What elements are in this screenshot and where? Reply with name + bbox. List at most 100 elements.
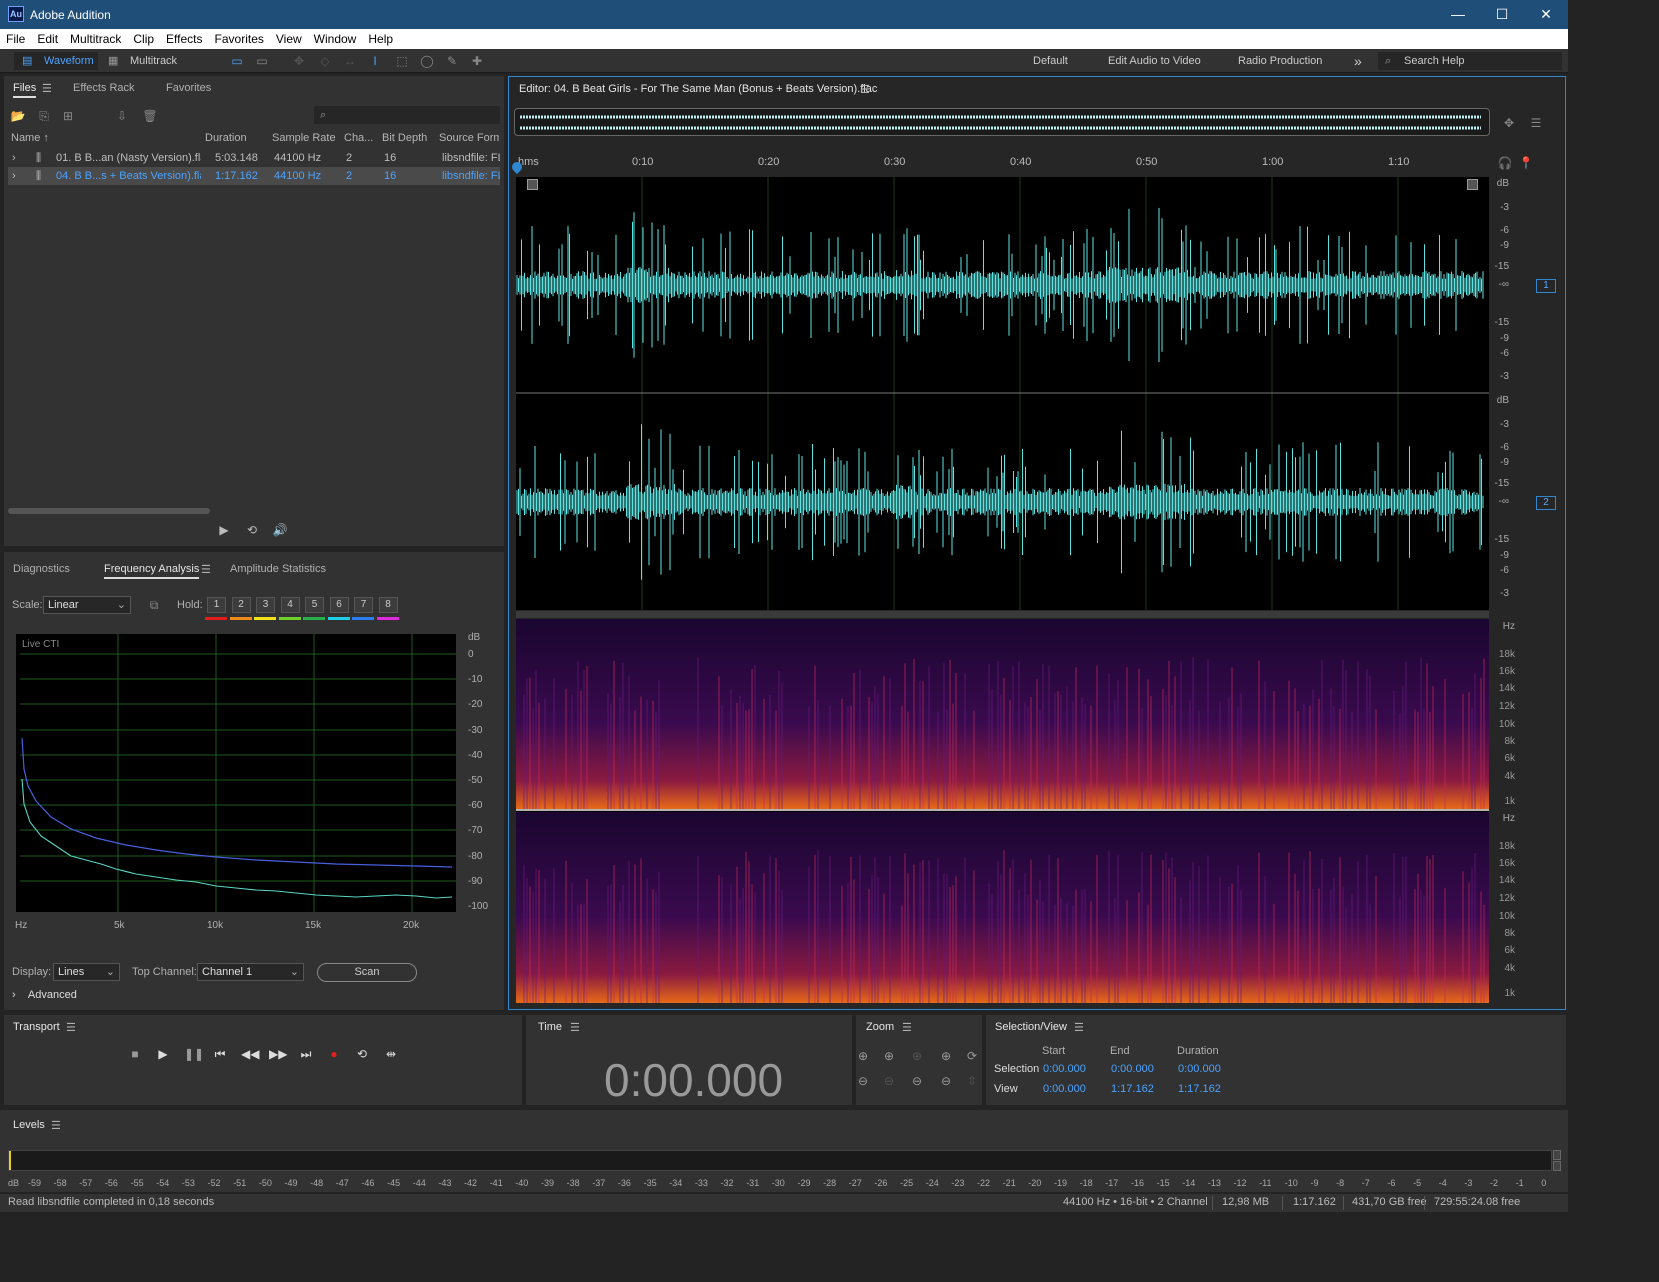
menu-file[interactable]: File [0, 29, 31, 46]
skip-selection-icon[interactable]: ⇹ [383, 1046, 399, 1062]
selection-end-field[interactable]: 0:00.000 [1111, 1063, 1154, 1075]
hold-button-6[interactable]: 6 [329, 597, 349, 613]
menu-clip[interactable]: Clip [127, 29, 160, 46]
frequency-panel-menu-icon[interactable]: ☰ [201, 563, 211, 576]
channel-2-badge[interactable]: 2 [1536, 496, 1556, 510]
zoom-to-selection-icon[interactable]: ⊕ [909, 1048, 925, 1064]
pin-icon[interactable]: 📍 [1518, 155, 1534, 171]
menu-window[interactable]: Window [308, 29, 363, 46]
zoom-vertical-icon[interactable]: ⇳ [964, 1073, 980, 1089]
workspace-radio-production[interactable]: Radio Production [1238, 52, 1322, 70]
waveform-view-button[interactable]: ▤ Waveform [14, 52, 98, 70]
scan-button[interactable]: Scan [317, 963, 417, 982]
fast-forward-icon[interactable]: ▶▶ [269, 1046, 287, 1062]
capture-snapshot-icon[interactable]: ⧉ [146, 597, 162, 613]
move-tool-icon[interactable]: ✥ [291, 53, 307, 69]
hold-button-3[interactable]: 3 [256, 597, 275, 613]
waveform-display[interactable] [516, 177, 1489, 610]
stop-icon[interactable]: ■ [127, 1046, 143, 1062]
files-panel-menu-icon[interactable]: ☰ [42, 82, 52, 95]
top-channel-select[interactable]: Channel 1 ⌄ [197, 963, 304, 981]
time-selection-tool-icon[interactable]: I [367, 53, 383, 69]
zoom-reset-icon[interactable]: ⟳ [964, 1048, 980, 1064]
hold-button-8[interactable]: 8 [378, 597, 398, 613]
workspace-default[interactable]: Default [1033, 52, 1068, 70]
minimize-button[interactable]: — [1436, 0, 1480, 29]
display-select[interactable]: Lines ⌄ [53, 963, 120, 981]
rewind-icon[interactable]: ◀◀ [241, 1046, 259, 1062]
tab-files[interactable]: Files [13, 82, 37, 98]
hold-button-7[interactable]: 7 [354, 597, 373, 613]
transport-menu-icon[interactable]: ☰ [66, 1021, 76, 1034]
selection-view-menu-icon[interactable]: ☰ [1074, 1021, 1084, 1034]
menu-effects[interactable]: Effects [160, 29, 208, 46]
preview-play-icon[interactable]: ▶ [216, 522, 232, 538]
view-start-field[interactable]: 0:00.000 [1043, 1083, 1086, 1095]
overview-options-icon[interactable]: ☰ [1528, 115, 1544, 131]
zoom-out-full-icon[interactable]: ⊖ [909, 1073, 925, 1089]
tab-effects-rack[interactable]: Effects Rack [73, 82, 135, 94]
hold-button-4[interactable]: 4 [280, 597, 300, 613]
expand-icon[interactable]: › [12, 152, 16, 164]
hold-button-2[interactable]: 2 [231, 597, 251, 613]
selection-start-field[interactable]: 0:00.000 [1043, 1063, 1086, 1075]
more-workspaces-icon[interactable]: » [1354, 52, 1362, 70]
tab-diagnostics[interactable]: Diagnostics [13, 563, 70, 575]
brush-tool-icon[interactable]: ✎ [444, 53, 460, 69]
col-sample-rate[interactable]: Sample Rate [272, 132, 336, 144]
file-row-selected[interactable]: › ⫼ 04. B B...s + Beats Version).flac 1:… [8, 167, 500, 185]
waveform-spectral-divider[interactable] [516, 611, 1489, 618]
hold-button-1[interactable]: 1 [207, 597, 226, 613]
tab-frequency-analysis[interactable]: Frequency Analysis [104, 563, 200, 579]
expand-icon[interactable]: › [12, 170, 16, 182]
menu-edit[interactable]: Edit [31, 29, 64, 46]
menu-favorites[interactable]: Favorites [209, 29, 270, 46]
hold-button-5[interactable]: 5 [305, 597, 324, 613]
next-icon[interactable]: ⏭ [298, 1046, 314, 1062]
editor-menu-icon[interactable]: ☰ [860, 83, 870, 96]
open-file-icon[interactable]: 📂 [10, 108, 26, 124]
close-file-icon[interactable]: 🗑 [142, 108, 158, 124]
zoom-in-at-end-icon[interactable]: ⊖ [938, 1073, 954, 1089]
file-row[interactable]: › ⫼ 01. B B...an (Nasty Version).flac 5:… [8, 149, 500, 167]
menu-multitrack[interactable]: Multitrack [64, 29, 127, 46]
scale-select[interactable]: Linear ⌄ [43, 596, 131, 614]
menu-view[interactable]: View [270, 29, 308, 46]
search-help-input[interactable]: ⌕ Search Help [1378, 52, 1562, 70]
col-source-format[interactable]: Source Form [439, 132, 499, 144]
view-duration-field[interactable]: 1:17.162 [1178, 1083, 1221, 1095]
col-name[interactable]: Name ↑ [11, 132, 49, 144]
preview-loop-icon[interactable]: ⟲ [244, 522, 260, 538]
spot-healing-icon[interactable]: ✚ [469, 53, 485, 69]
close-button[interactable]: ✕ [1524, 0, 1568, 29]
pause-icon[interactable]: ❚❚ [184, 1046, 204, 1062]
files-horizontal-scrollbar[interactable] [8, 508, 210, 514]
zoom-out-time-icon[interactable]: ⊖ [881, 1073, 897, 1089]
show-waveform-icon[interactable]: ▭ [229, 53, 245, 69]
advanced-toggle[interactable]: › Advanced [12, 989, 77, 1001]
clip-indicator-right[interactable] [1553, 1161, 1561, 1171]
levels-menu-icon[interactable]: ☰ [51, 1119, 61, 1132]
spectral-display[interactable] [516, 619, 1489, 1003]
zoom-out-amplitude-icon[interactable]: ⊖ [855, 1073, 871, 1089]
menu-help[interactable]: Help [362, 29, 399, 46]
razor-tool-icon[interactable]: ◇ [317, 53, 333, 69]
clip-indicator-left[interactable] [1553, 1150, 1561, 1160]
workspace-edit-audio-to-video[interactable]: Edit Audio to Video [1108, 52, 1201, 70]
time-ruler[interactable]: hms 0:10 0:20 0:30 0:40 0:50 1:00 1:10 [516, 152, 1489, 176]
zoom-navigator-icon[interactable]: ✥ [1501, 115, 1517, 131]
lasso-tool-icon[interactable]: ◯ [419, 53, 435, 69]
zoom-in-time-icon[interactable]: ⊕ [881, 1048, 897, 1064]
marquee-tool-icon[interactable]: ⬚ [394, 53, 410, 69]
multitrack-view-button[interactable]: ▦ Multitrack [104, 52, 184, 70]
slip-tool-icon[interactable]: ↔ [342, 53, 358, 69]
previous-icon[interactable]: ⏮ [212, 1046, 228, 1062]
insert-into-multitrack-icon[interactable]: ⇩ [114, 108, 130, 124]
channel-1-badge[interactable]: 1 [1536, 279, 1556, 293]
show-spectral-icon[interactable]: ▭ [254, 53, 270, 69]
import-file-icon[interactable]: ⎘ [36, 108, 52, 124]
play-icon[interactable]: ▶ [155, 1046, 171, 1062]
tab-favorites[interactable]: Favorites [166, 82, 211, 94]
preview-autoplay-icon[interactable]: 🔊 [272, 522, 288, 538]
new-file-icon[interactable]: ⊞ [60, 108, 76, 124]
